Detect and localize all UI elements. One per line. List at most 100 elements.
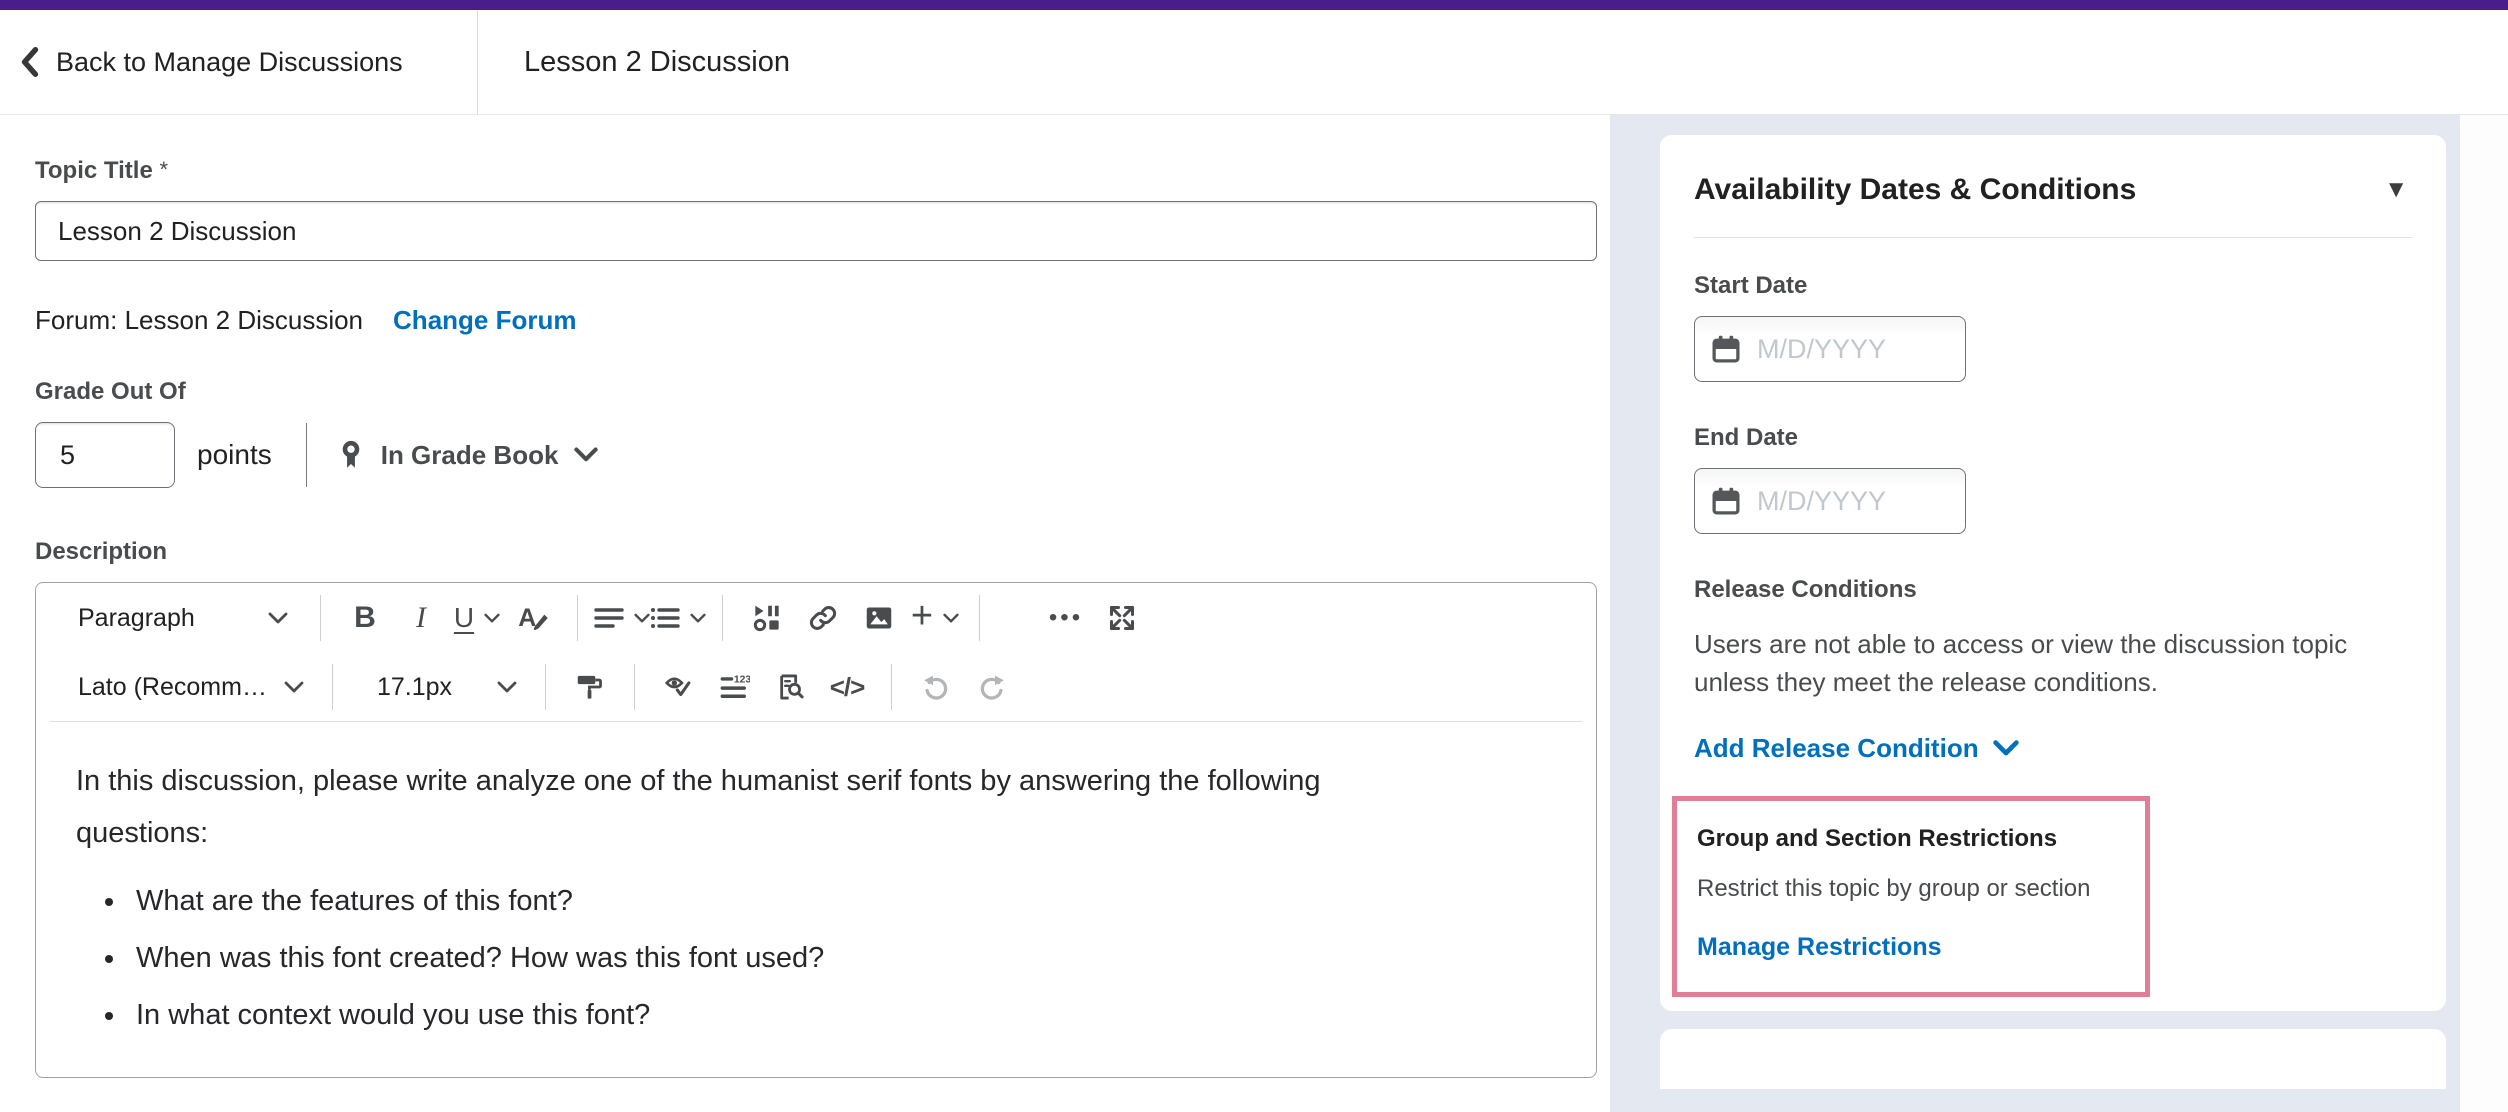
description-paragraph: In this discussion, please write analyze… xyxy=(76,756,1386,859)
calendar-icon xyxy=(1711,334,1741,364)
description-label: Description xyxy=(35,538,1610,566)
editor-toolbar-row-2: Lato (Recomm… 17.1px xyxy=(36,653,1596,721)
description-bullet-list: What are the features of this font? When… xyxy=(76,881,1550,1035)
insert-stuff-icon xyxy=(753,604,781,632)
insert-more-dropdown-button[interactable]: + xyxy=(907,590,963,646)
more-actions-button[interactable]: ••• xyxy=(1038,590,1094,646)
chevron-down-icon xyxy=(1993,740,2019,757)
add-release-condition-dropdown[interactable]: Add Release Condition xyxy=(1694,733,2019,764)
insert-stuff-button[interactable] xyxy=(739,590,795,646)
points-unit-label: points xyxy=(197,439,272,471)
end-date-picker[interactable] xyxy=(1694,468,1966,534)
font-family-value: Lato (Recomm… xyxy=(78,673,267,702)
word-count-icon: 123 xyxy=(720,673,750,701)
paragraph-style-select[interactable]: Paragraph xyxy=(54,590,304,646)
font-color-button[interactable]: A xyxy=(505,590,561,646)
availability-panel: Availability Dates & Conditions ▼ Start … xyxy=(1660,135,2446,1011)
plus-icon: + xyxy=(911,597,933,635)
svg-text:A: A xyxy=(518,604,536,632)
chevron-down-icon xyxy=(284,681,304,694)
paint-roller-icon xyxy=(576,673,604,701)
page-header: Back to Manage Discussions Lesson 2 Disc… xyxy=(0,10,2508,115)
wordcount-digits: 123 xyxy=(734,674,750,685)
add-release-condition-label: Add Release Condition xyxy=(1694,733,1979,764)
chevron-down-icon xyxy=(268,612,288,625)
release-conditions-description: Users are not able to access or view the… xyxy=(1694,626,2400,701)
format-painter-button[interactable] xyxy=(562,659,618,715)
in-grade-book-label: In Grade Book xyxy=(381,440,559,471)
toolbar-divider xyxy=(979,595,980,641)
forum-name-text: Forum: Lesson 2 Discussion xyxy=(35,305,363,336)
word-count-button[interactable]: 123 xyxy=(707,659,763,715)
rich-text-editor: Paragraph B I U A xyxy=(35,582,1597,1078)
back-chevron-icon xyxy=(20,47,40,77)
panel-divider xyxy=(1694,237,2412,238)
chevron-down-icon xyxy=(484,613,500,624)
chevron-down-icon xyxy=(574,447,598,463)
start-date-input[interactable] xyxy=(1757,334,1927,365)
toolbar-divider xyxy=(320,595,321,641)
underline-icon: U xyxy=(454,602,474,634)
italic-button[interactable]: I xyxy=(393,590,449,646)
preview-document-icon xyxy=(777,673,805,701)
toolbar-divider xyxy=(891,664,892,710)
topic-edit-form: Topic Title * Forum: Lesson 2 Discussion… xyxy=(0,115,1610,1112)
end-date-input[interactable] xyxy=(1757,486,1927,517)
end-date-label: End Date xyxy=(1694,424,2412,452)
description-editor-content[interactable]: In this discussion, please write analyze… xyxy=(50,721,1582,1077)
toolbar-divider xyxy=(577,595,578,641)
undo-icon xyxy=(922,673,950,701)
source-code-button[interactable]: </> xyxy=(819,659,875,715)
undo-button[interactable] xyxy=(908,659,964,715)
toolbar-divider xyxy=(332,664,333,710)
description-bullet: In what context would you use this font? xyxy=(128,995,1550,1035)
calendar-icon xyxy=(1711,486,1741,516)
paragraph-style-value: Paragraph xyxy=(78,604,195,633)
font-family-select[interactable]: Lato (Recomm… xyxy=(54,659,316,715)
font-size-select[interactable]: 17.1px xyxy=(349,659,529,715)
header-divider xyxy=(477,10,478,114)
grade-row-divider xyxy=(306,423,307,487)
alignment-dropdown-button[interactable] xyxy=(594,590,650,646)
chevron-down-icon xyxy=(943,613,959,624)
insert-image-button[interactable] xyxy=(851,590,907,646)
preview-button[interactable] xyxy=(763,659,819,715)
back-to-manage-discussions-link[interactable]: Back to Manage Discussions xyxy=(0,47,477,78)
chevron-down-icon xyxy=(497,681,517,694)
start-date-picker[interactable] xyxy=(1694,316,1966,382)
availability-panel-title: Availability Dates & Conditions xyxy=(1694,173,2136,207)
accessibility-check-button[interactable] xyxy=(651,659,707,715)
grade-out-of-label: Grade Out Of xyxy=(35,378,1610,406)
toolbar-divider xyxy=(722,595,723,641)
description-bullet: What are the features of this font? xyxy=(128,881,1550,921)
settings-sidebar: Availability Dates & Conditions ▼ Start … xyxy=(1610,115,2508,1112)
insert-link-button[interactable] xyxy=(795,590,851,646)
next-panel-partial xyxy=(1660,1029,2446,1089)
in-grade-book-dropdown[interactable]: In Grade Book xyxy=(337,440,599,471)
topic-title-input[interactable] xyxy=(35,201,1597,261)
fullscreen-icon xyxy=(1108,604,1136,632)
toolbar-divider xyxy=(545,664,546,710)
page-title: Lesson 2 Discussion xyxy=(524,46,790,79)
chevron-down-icon xyxy=(690,613,706,624)
collapse-panel-button[interactable]: ▼ xyxy=(2380,174,2412,206)
required-asterisk: * xyxy=(159,157,168,182)
change-forum-link[interactable]: Change Forum xyxy=(393,305,576,336)
release-conditions-label: Release Conditions xyxy=(1694,576,2412,604)
grade-points-input[interactable] xyxy=(35,422,175,488)
grade-medal-icon xyxy=(337,440,365,470)
manage-restrictions-link[interactable]: Manage Restrictions xyxy=(1697,933,1942,962)
font-size-value: 17.1px xyxy=(377,673,452,702)
redo-button[interactable] xyxy=(964,659,1020,715)
underline-dropdown-button[interactable]: U xyxy=(449,590,505,646)
fullscreen-button[interactable] xyxy=(1094,590,1150,646)
list-dropdown-button[interactable] xyxy=(650,590,706,646)
accessibility-eye-check-icon xyxy=(665,673,693,701)
collapse-triangle-icon: ▼ xyxy=(2384,176,2408,203)
group-restrictions-highlight-annotation: Group and Section Restrictions Restrict … xyxy=(1672,796,2150,997)
link-icon xyxy=(809,604,837,632)
topic-title-label: Topic Title * xyxy=(35,157,168,184)
editor-toolbar-row-1: Paragraph B I U A xyxy=(36,583,1596,653)
bold-button[interactable]: B xyxy=(337,590,393,646)
redo-icon xyxy=(978,673,1006,701)
